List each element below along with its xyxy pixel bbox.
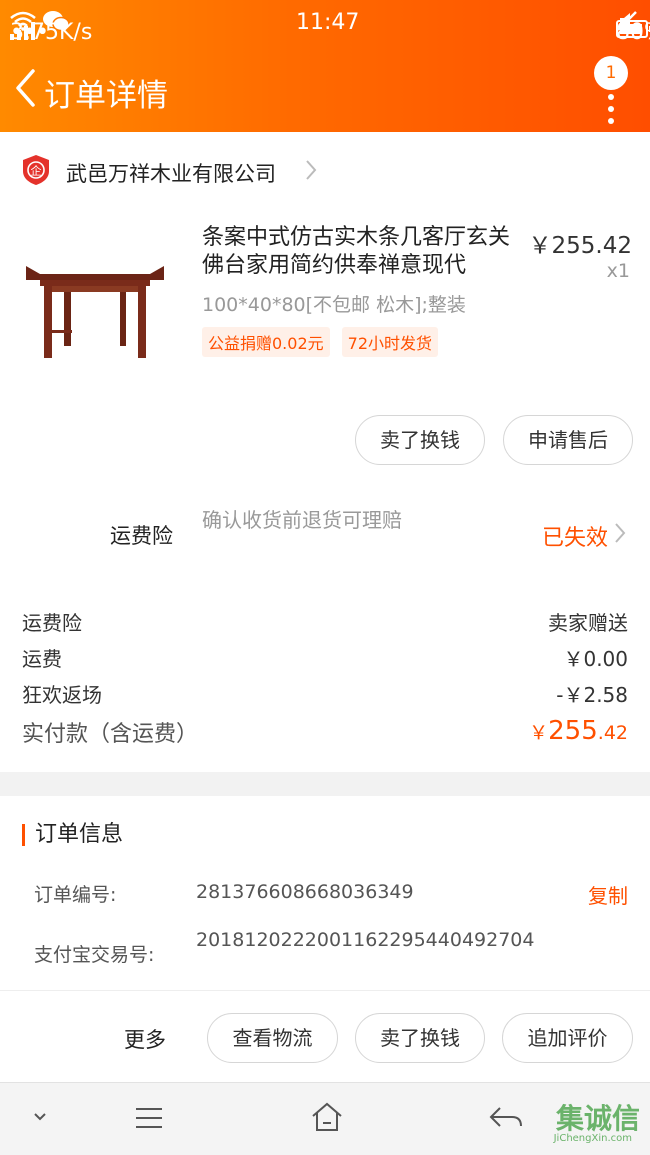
insurance-label: 运费险 [110, 524, 173, 548]
shop-name[interactable]: 武邑万祥木业有限公司 [66, 158, 276, 188]
total-decimal: .42 [597, 722, 628, 744]
home-icon[interactable] [310, 1101, 344, 1133]
summary-key: 狂欢返场 [22, 683, 102, 707]
summary-value: -￥2.58 [556, 683, 628, 707]
status-bar: 3.75K/s ••• 11:47 80% [0, 0, 650, 46]
insurance-desc: 确认收货前退货可理赔 [202, 508, 402, 532]
summary-key: 运费 [22, 647, 62, 671]
product-tags: 公益捐赠0.02元 72小时发货 [202, 327, 439, 357]
add-review-button[interactable]: 追加评价 [502, 1013, 633, 1063]
product-price: ￥255.42 [528, 233, 632, 259]
summary-row: 狂欢返场 -￥2.58 [22, 679, 628, 707]
shop-icon-text: 企 [31, 164, 42, 178]
total-row: 实付款（含运费） ￥255.42 [22, 716, 628, 752]
sell-button-bottom[interactable]: 卖了换钱 [355, 1013, 485, 1063]
enterprise-shop-icon: 企 [23, 155, 49, 185]
shop-row[interactable]: 企 武邑万祥木业有限公司 [0, 132, 650, 208]
more-dots-icon [608, 94, 614, 130]
alipay-value: 2018120222001162295440492704 [196, 929, 535, 951]
battery-icon [616, 20, 650, 38]
watermark-logo: 集诚信 [555, 1102, 640, 1135]
clock: 11:47 [296, 10, 360, 35]
back-arrow-icon[interactable] [14, 68, 36, 108]
status-right: 80% [616, 10, 650, 45]
tag-shipping: 72小时发货 [341, 327, 439, 357]
menu-icon[interactable] [134, 1105, 164, 1131]
total-currency: ￥ [529, 722, 549, 744]
page-title: 订单详情 [44, 78, 168, 114]
product-spec: 100*40*80[不包邮 松木];整装 [202, 294, 466, 316]
chevron-down-icon[interactable] [32, 1111, 48, 1123]
more-label[interactable]: 更多 [124, 1024, 166, 1054]
tag-charity: 公益捐赠0.02元 [202, 327, 330, 357]
total-integer: 255 [548, 716, 598, 746]
insurance-status[interactable]: 已失效 [542, 520, 608, 552]
chevron-right-icon[interactable] [614, 522, 626, 544]
product-quantity: x1 [606, 260, 630, 282]
order-no-value: 281376608668036349 [196, 881, 414, 903]
notification-badge: 1 [594, 56, 628, 90]
summary-row: 运费 ￥0.00 [22, 643, 628, 671]
summary-value: 卖家赠送 [548, 611, 628, 635]
chevron-right-icon [306, 160, 317, 180]
divider [0, 990, 650, 991]
header-area: 3.75K/s ••• 11:47 80% 订单详情 1 [0, 0, 650, 132]
summary-value: ￥0.00 [563, 647, 628, 671]
nav-bar: 订单详情 1 [0, 50, 650, 130]
total-amount: ￥255.42 [529, 716, 628, 746]
status-left: 3.75K/s ••• [10, 10, 92, 45]
alipay-label: 支付宝交易号: [34, 944, 155, 966]
system-nav-bar: 集诚信 JiChengXin.com [0, 1082, 650, 1155]
product-title[interactable]: 条案中式仿古实木条几客厅玄关佛台家用简约供奉禅意现代 [202, 224, 518, 280]
after-sale-button[interactable]: 申请售后 [503, 415, 633, 465]
product-image[interactable] [20, 250, 170, 370]
summary-row: 运费险 卖家赠送 [22, 607, 628, 635]
order-info-title: 订单信息 [22, 824, 123, 846]
back-nav-icon[interactable] [488, 1105, 524, 1131]
view-logistics-button[interactable]: 查看物流 [207, 1013, 338, 1063]
more-menu-button[interactable]: 1 [594, 56, 628, 124]
order-no-label: 订单编号: [34, 884, 117, 906]
total-label: 实付款（含运费） [22, 722, 199, 747]
summary-key: 运费险 [22, 611, 82, 635]
status-more: ••• [10, 20, 49, 45]
watermark-site: JiChengXin.com [553, 1133, 632, 1144]
copy-button[interactable]: 复制 [588, 880, 628, 909]
sell-button[interactable]: 卖了换钱 [355, 415, 485, 465]
